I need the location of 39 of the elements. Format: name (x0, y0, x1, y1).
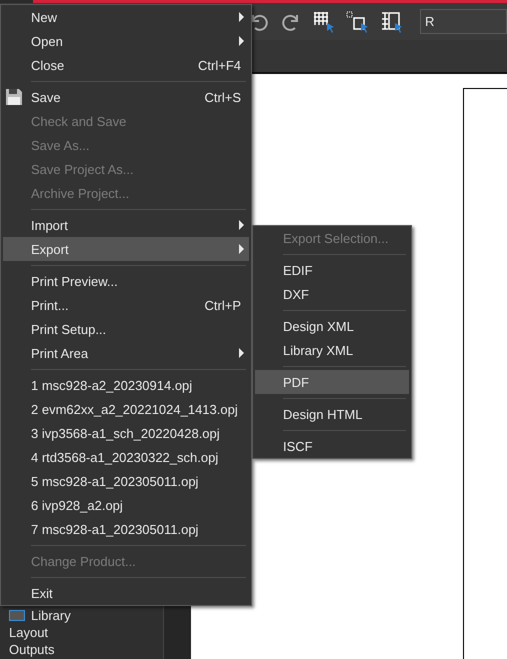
menu-item[interactable]: Close Ctrl+F4 (3, 53, 249, 77)
submenu-arrow-icon (239, 12, 244, 22)
panel-item[interactable]: Outputs (0, 641, 163, 658)
panel-item[interactable]: Layout (0, 624, 163, 641)
menu-item[interactable]: Print... Ctrl+P (3, 293, 249, 317)
area-select-icon[interactable] (346, 10, 370, 34)
menu-item[interactable]: Print Preview... (3, 269, 249, 293)
menu-item[interactable]: PDF (255, 370, 409, 394)
menu-item[interactable]: EDIF (255, 258, 409, 282)
menu-item[interactable]: Save Ctrl+S (3, 85, 249, 109)
menu-item[interactable]: 6 ivp928_a2.opj (3, 493, 249, 517)
menu-item[interactable]: Print Area (3, 341, 249, 365)
menu-item[interactable]: 2 evm62xx_a2_20221024_1413.opj (3, 397, 249, 421)
save-icon (5, 88, 23, 106)
menu-item[interactable]: Design XML (255, 314, 409, 338)
component-select-icon[interactable] (380, 10, 404, 34)
menu-item[interactable]: 5 msc928-a1_202305011.opj (3, 469, 249, 493)
submenu-arrow-icon (239, 348, 244, 358)
menu-item[interactable]: Import (3, 213, 249, 237)
grid-select-icon[interactable] (312, 10, 336, 34)
menu-item[interactable]: Open (3, 29, 249, 53)
library-icon (9, 610, 25, 621)
menu-item[interactable]: DXF (255, 282, 409, 306)
search-field[interactable]: R (420, 9, 507, 34)
panel-item[interactable]: Library (0, 607, 163, 624)
submenu-arrow-icon (239, 220, 244, 230)
menu-item[interactable]: Library XML (255, 338, 409, 362)
submenu-arrow-icon (239, 36, 244, 46)
menu-item[interactable]: Design HTML (255, 402, 409, 426)
menu-item[interactable]: Exit (3, 581, 249, 605)
menu-item[interactable]: 4 rtd3568-a1_20230322_sch.opj (3, 445, 249, 469)
submenu-arrow-icon (239, 244, 244, 254)
menu-item[interactable]: ISCF (255, 434, 409, 458)
menu-item[interactable]: Print Setup... (3, 317, 249, 341)
menu-item[interactable]: 1 msc928-a2_20230914.opj (3, 373, 249, 397)
menu-item[interactable]: 3 ivp3568-a1_sch_20220428.opj (3, 421, 249, 445)
menu-item[interactable]: New (3, 5, 249, 29)
menu-item[interactable]: Export (3, 237, 249, 261)
menu-item[interactable]: 7 msc928-a1_202305011.opj (3, 517, 249, 541)
